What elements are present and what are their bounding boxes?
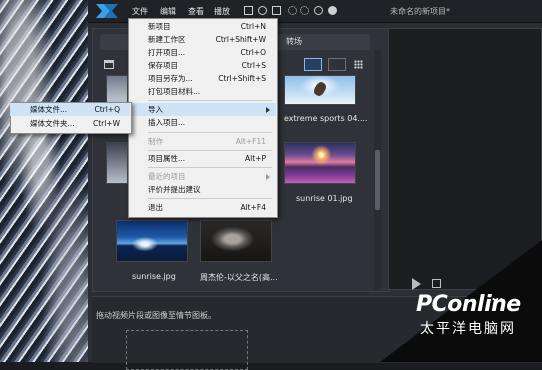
watermark-dots: ... <box>492 292 504 303</box>
media-thumbnail[interactable] <box>106 75 128 105</box>
menu-separator <box>148 132 272 133</box>
media-caption: extreme sports 04.... <box>284 114 368 123</box>
menu-item-insert-project[interactable]: 插入项目... <box>128 116 276 129</box>
storyboard-drop-slot[interactable] <box>126 330 248 370</box>
menu-item-save-project[interactable]: 保存项目 Ctrl+S <box>128 59 276 72</box>
menu-item-recent-projects[interactable]: 最近的项目 <box>128 170 276 183</box>
menu-separator <box>148 198 272 199</box>
account-icon[interactable] <box>328 6 337 15</box>
redo-icon[interactable] <box>300 6 309 15</box>
desktop-wallpaper <box>0 0 100 362</box>
media-caption: sunrise 01.jpg <box>296 194 353 203</box>
menu-item-import[interactable]: 导入 <box>128 103 276 116</box>
record-icon[interactable] <box>258 6 267 15</box>
capture-icon[interactable] <box>244 6 253 15</box>
menu-separator <box>148 100 272 101</box>
media-caption: 周杰伦-以父之名(高... <box>200 273 278 282</box>
settings-gear-icon[interactable] <box>314 6 323 15</box>
menu-separator <box>148 150 272 151</box>
menu-file[interactable]: 文件 <box>132 6 148 17</box>
play-icon[interactable] <box>412 278 421 290</box>
menu-item-new-project[interactable]: 新项目 Ctrl+N <box>128 20 276 33</box>
undo-icon[interactable] <box>288 6 297 15</box>
show-video-button[interactable] <box>304 58 322 71</box>
tab-transition[interactable]: 转场 <box>286 36 302 47</box>
show-photo-button[interactable] <box>328 58 346 71</box>
media-caption: sunrise.jpg <box>132 272 176 281</box>
media-thumbnail[interactable] <box>106 142 128 184</box>
grid-view-icon[interactable] <box>354 60 363 69</box>
submenu-arrow-icon <box>266 174 270 180</box>
menu-item-save-as[interactable]: 项目另存为... Ctrl+Shift+S <box>128 72 276 85</box>
menu-item-produce[interactable]: 制作 Alt+F11 <box>128 135 276 148</box>
submenu-arrow-icon <box>266 107 270 113</box>
storyboard-hint: 拖动视频片段或图像至情节图板。 <box>96 311 216 320</box>
import-media-icon[interactable] <box>104 60 114 69</box>
menu-play[interactable]: 播放 <box>214 6 230 17</box>
menu-item-open-project[interactable]: 打开项目... Ctrl+O <box>128 46 276 59</box>
stop-icon[interactable] <box>432 279 441 288</box>
window-title: 未命名的新项目* <box>390 7 450 16</box>
submenu-item-media-file[interactable]: 媒体文件... Ctrl+Q <box>10 103 130 116</box>
app-logo-icon <box>96 4 118 18</box>
menu-edit[interactable]: 编辑 <box>160 6 176 17</box>
media-thumbnail-sunrise-01[interactable] <box>284 142 356 184</box>
menu-item-pack-project[interactable]: 打包项目材料... <box>128 85 276 98</box>
media-thumbnail-extreme-sports[interactable] <box>284 75 356 105</box>
watermark-subtitle: 太平洋电脑网 <box>420 321 516 337</box>
preview-panel <box>388 28 542 290</box>
menu-item-exit[interactable]: 退出 Alt+F4 <box>128 201 276 214</box>
menu-item-project-properties[interactable]: 项目属性... Alt+P <box>128 152 276 165</box>
media-thumbnail-music-video[interactable] <box>200 220 272 262</box>
share-icon[interactable] <box>272 6 281 15</box>
submenu-item-media-folder[interactable]: 媒体文件夹... Ctrl+W <box>10 117 130 130</box>
watermark-logo: PConline <box>416 292 521 317</box>
media-thumbnail-sunrise[interactable] <box>116 220 188 262</box>
menu-view[interactable]: 查看 <box>188 6 204 17</box>
scrollbar-thumb[interactable] <box>375 150 380 210</box>
menu-item-feedback[interactable]: 评价并提出建议 <box>128 183 276 196</box>
menu-separator <box>148 167 272 168</box>
menu-item-new-workspace[interactable]: 新建工作区 Ctrl+Shift+W <box>128 33 276 46</box>
